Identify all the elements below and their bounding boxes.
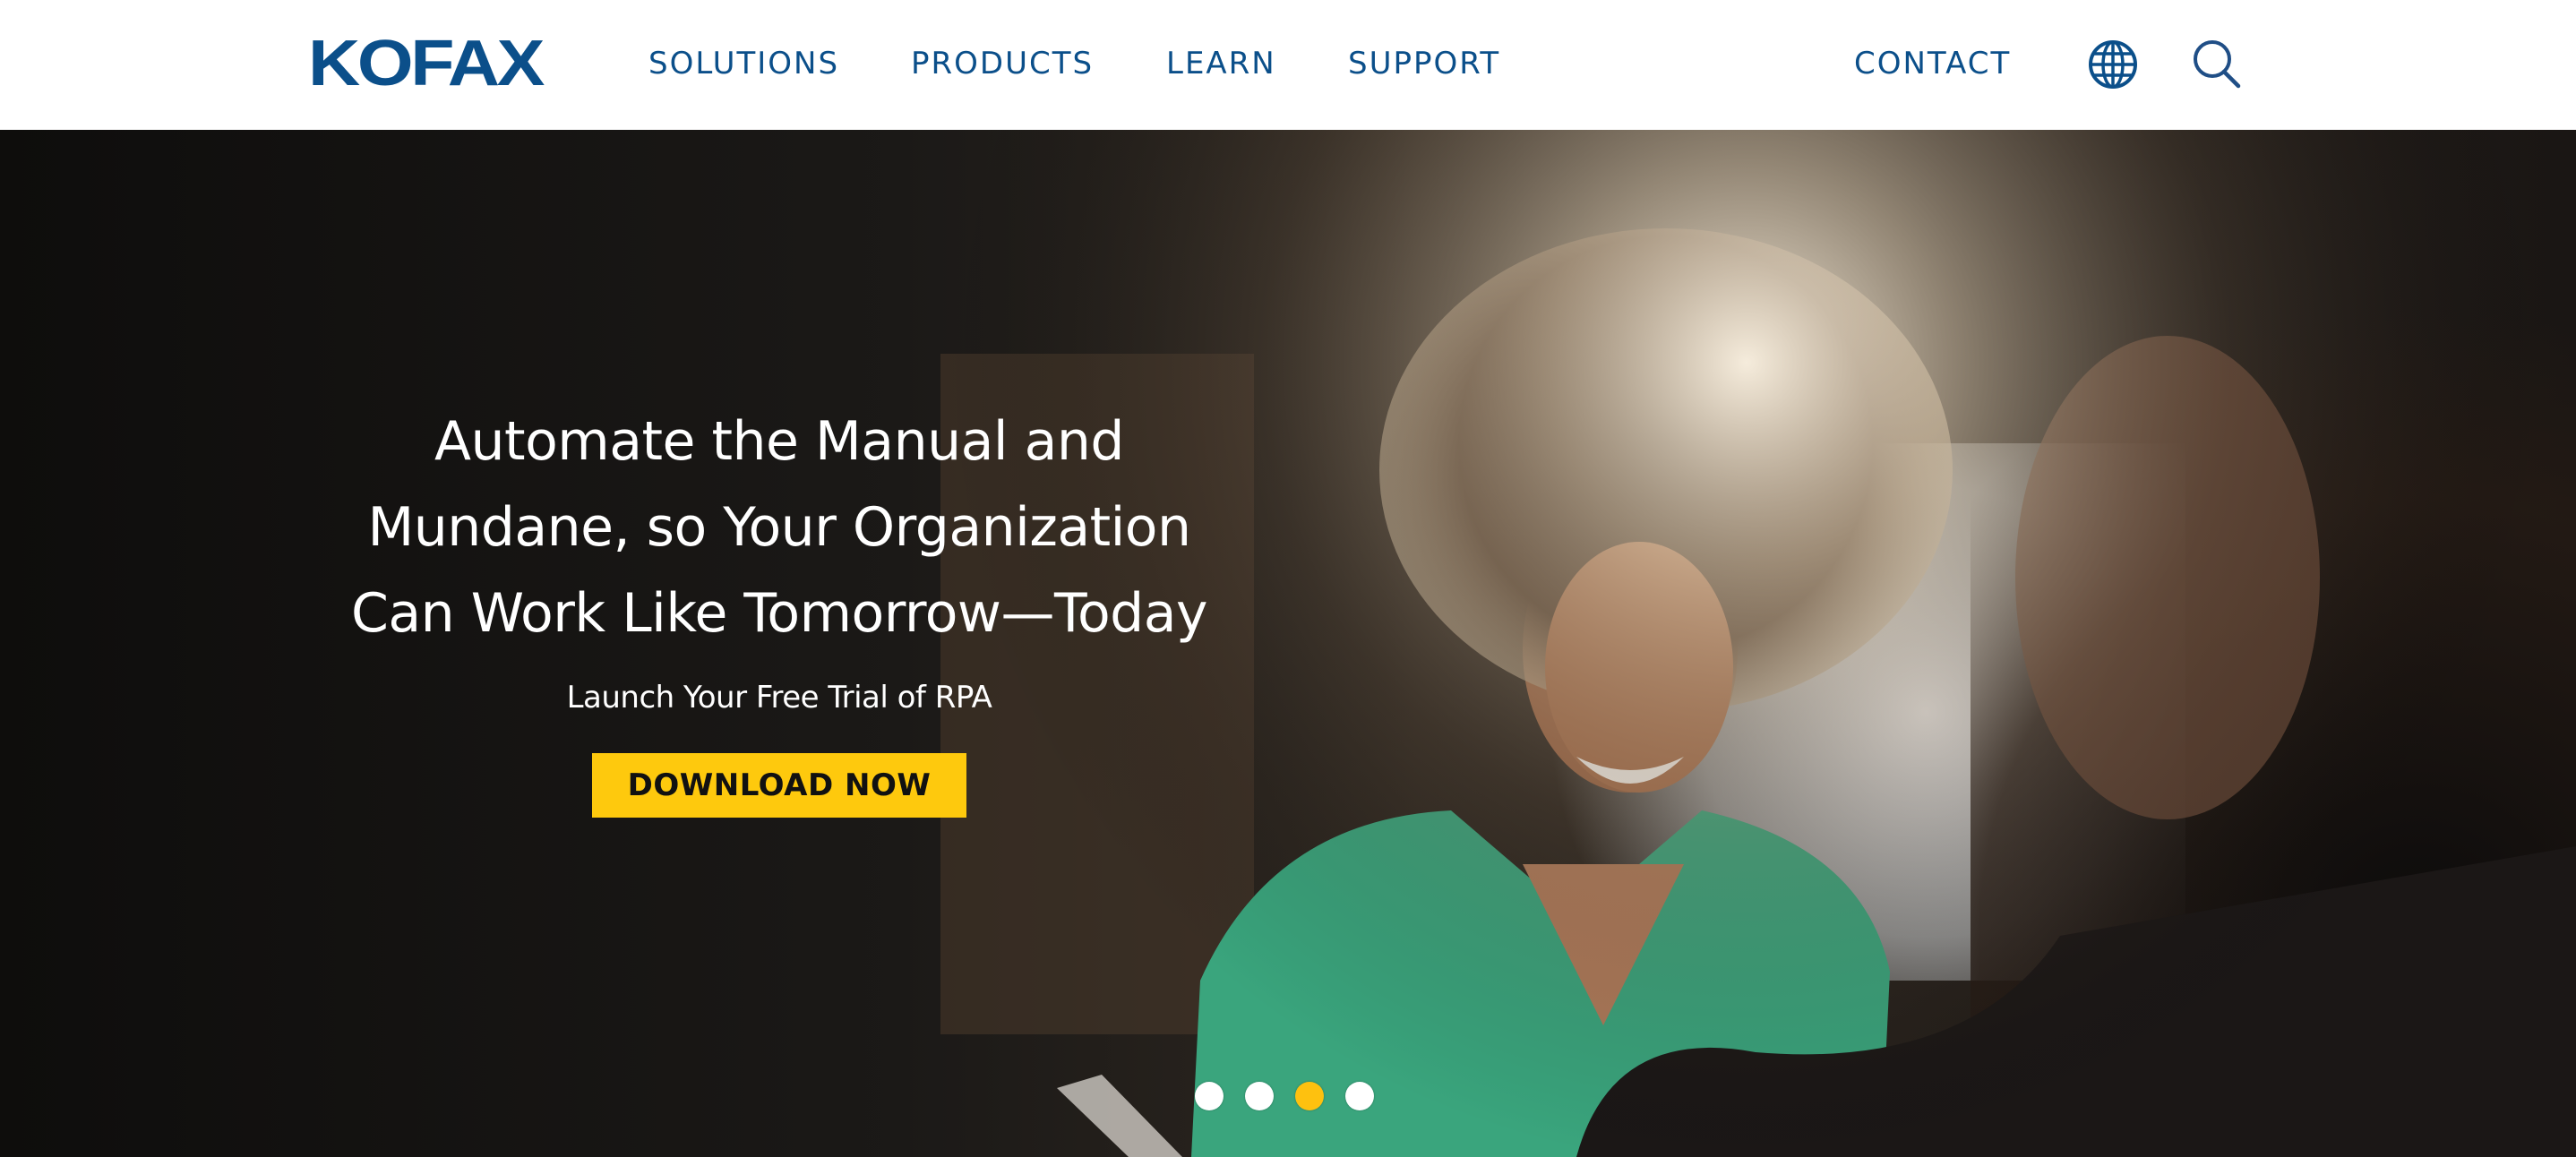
- nav-item-support[interactable]: SUPPORT: [1348, 45, 1500, 82]
- search-button[interactable]: [2191, 38, 2243, 90]
- hero-banner: Automate the Manual and Mundane, so Your…: [0, 130, 2576, 1157]
- hero-headline-line-3: Can Work Like Tomorrow—Today: [350, 582, 1208, 645]
- search-icon: [2194, 40, 2241, 89]
- nav-item-learn[interactable]: LEARN: [1166, 45, 1276, 82]
- nav-item-products[interactable]: PRODUCTS: [911, 45, 1094, 82]
- hero-headline-line-1: Automate the Manual and: [434, 410, 1125, 473]
- carousel-pagination: [1195, 1082, 1374, 1110]
- hero-subtitle: Launch Your Free Trial of RPA: [566, 680, 992, 716]
- carousel-dot-2[interactable]: [1245, 1082, 1274, 1110]
- site-header: KOFAX SOLUTIONS PRODUCTS LEARN SUPPORT C…: [0, 0, 2576, 130]
- language-selector-button[interactable]: [2088, 39, 2138, 90]
- kofax-logo[interactable]: KOFAX: [308, 31, 545, 96]
- hero-headline-line-2: Mundane, so Your Organization: [367, 496, 1191, 559]
- download-now-button[interactable]: DOWNLOAD NOW: [592, 753, 966, 818]
- hero-content: Automate the Manual and Mundane, so Your…: [296, 399, 1263, 818]
- carousel-dot-3-active[interactable]: [1295, 1082, 1324, 1110]
- nav-item-contact[interactable]: CONTACT: [1854, 45, 2011, 82]
- globe-icon: [2089, 40, 2137, 89]
- nav-item-solutions[interactable]: SOLUTIONS: [648, 45, 839, 82]
- carousel-dot-4[interactable]: [1345, 1082, 1374, 1110]
- carousel-dot-1[interactable]: [1195, 1082, 1224, 1110]
- hero-headline: Automate the Manual and Mundane, so Your…: [296, 399, 1263, 656]
